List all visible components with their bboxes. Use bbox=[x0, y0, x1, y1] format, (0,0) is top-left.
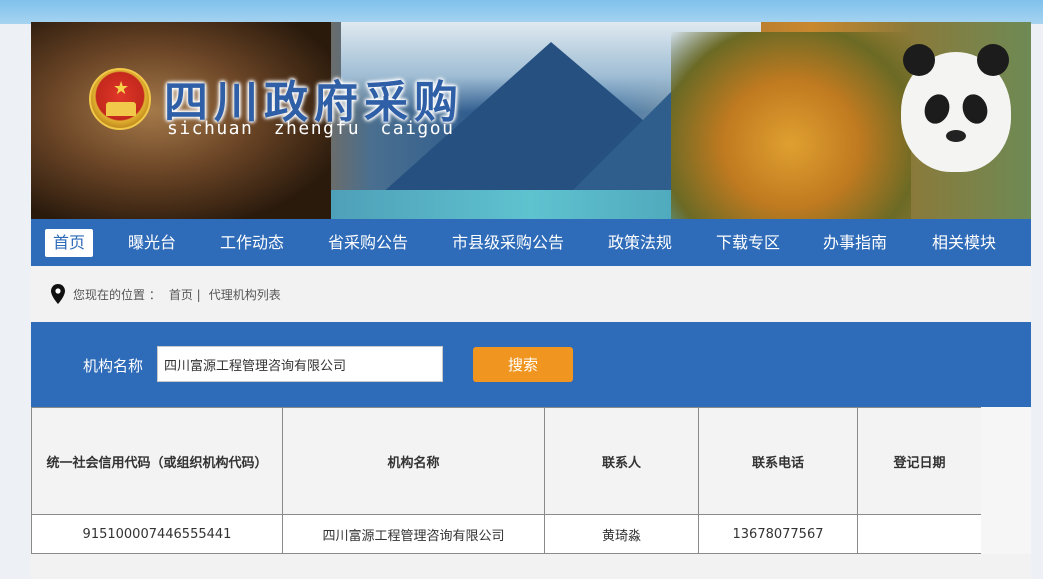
table-header-row: 统一社会信用代码（或组织机构代码） 机构名称 联系人 联系电话 登记日期 bbox=[31, 407, 982, 515]
cell-phone: 13678077567 bbox=[698, 514, 858, 554]
site-banner: ★ 四川政府采购 sichuan zhengfu caigou bbox=[31, 22, 1031, 219]
nav-item-related-modules[interactable]: 相关模块 bbox=[932, 229, 996, 257]
table-right-gap bbox=[981, 407, 1031, 554]
cell-agency-name[interactable]: 四川富源工程管理咨询有限公司 bbox=[282, 514, 545, 554]
agency-name-input[interactable] bbox=[157, 346, 443, 382]
banner-forest bbox=[671, 32, 911, 219]
cell-credit-code: 915100007446555441 bbox=[31, 514, 283, 554]
search-button[interactable]: 搜索 bbox=[473, 347, 573, 382]
nav-item-home[interactable]: 首页 bbox=[45, 229, 94, 257]
breadcrumb-prefix: 您现在的位置 ： bbox=[73, 287, 161, 302]
cell-register-date bbox=[857, 514, 982, 554]
agency-table: 统一社会信用代码（或组织机构代码） 机构名称 联系人 联系电话 登记日期 915… bbox=[31, 407, 982, 554]
table-row: 915100007446555441 四川富源工程管理咨询有限公司 黄琦淼 13… bbox=[31, 514, 982, 554]
column-header-register-date: 登记日期 bbox=[857, 407, 982, 515]
nav-item-provincial-notices[interactable]: 省采购公告 bbox=[328, 229, 408, 257]
nav-item-downloads[interactable]: 下载专区 bbox=[716, 229, 780, 257]
column-header-credit-code: 统一社会信用代码（或组织机构代码） bbox=[31, 407, 283, 515]
column-header-agency-name: 机构名称 bbox=[282, 407, 545, 515]
breadcrumb-home-link[interactable]: 首页 | bbox=[169, 286, 201, 303]
location-pin-icon bbox=[51, 284, 65, 304]
nav-item-work-news[interactable]: 工作动态 bbox=[220, 229, 284, 257]
nav-item-policies[interactable]: 政策法规 bbox=[608, 229, 672, 257]
nav-item-city-county-notices[interactable]: 市县级采购公告 bbox=[452, 229, 564, 257]
panda-image bbox=[901, 44, 1011, 172]
column-header-phone: 联系电话 bbox=[698, 407, 858, 515]
search-panel: 机构名称 搜索 bbox=[31, 322, 1031, 408]
search-label: 机构名称 bbox=[83, 357, 144, 375]
site-subtitle: sichuan zhengfu caigou bbox=[167, 118, 455, 139]
breadcrumb-current: 代理机构列表 bbox=[208, 287, 281, 302]
national-emblem-icon: ★ bbox=[89, 68, 151, 130]
nav-item-guide[interactable]: 办事指南 bbox=[823, 229, 887, 257]
top-strip bbox=[0, 0, 1043, 24]
cell-contact: 黄琦淼 bbox=[544, 514, 699, 554]
nav-item-exposure[interactable]: 曝光台 bbox=[128, 229, 176, 257]
column-header-contact: 联系人 bbox=[544, 407, 699, 515]
breadcrumb: 您现在的位置 ： 首页 | 代理机构列表 bbox=[51, 283, 289, 305]
main-nav: 首页 曝光台 工作动态 省采购公告 市县级采购公告 政策法规 下载专区 办事指南… bbox=[31, 219, 1031, 266]
